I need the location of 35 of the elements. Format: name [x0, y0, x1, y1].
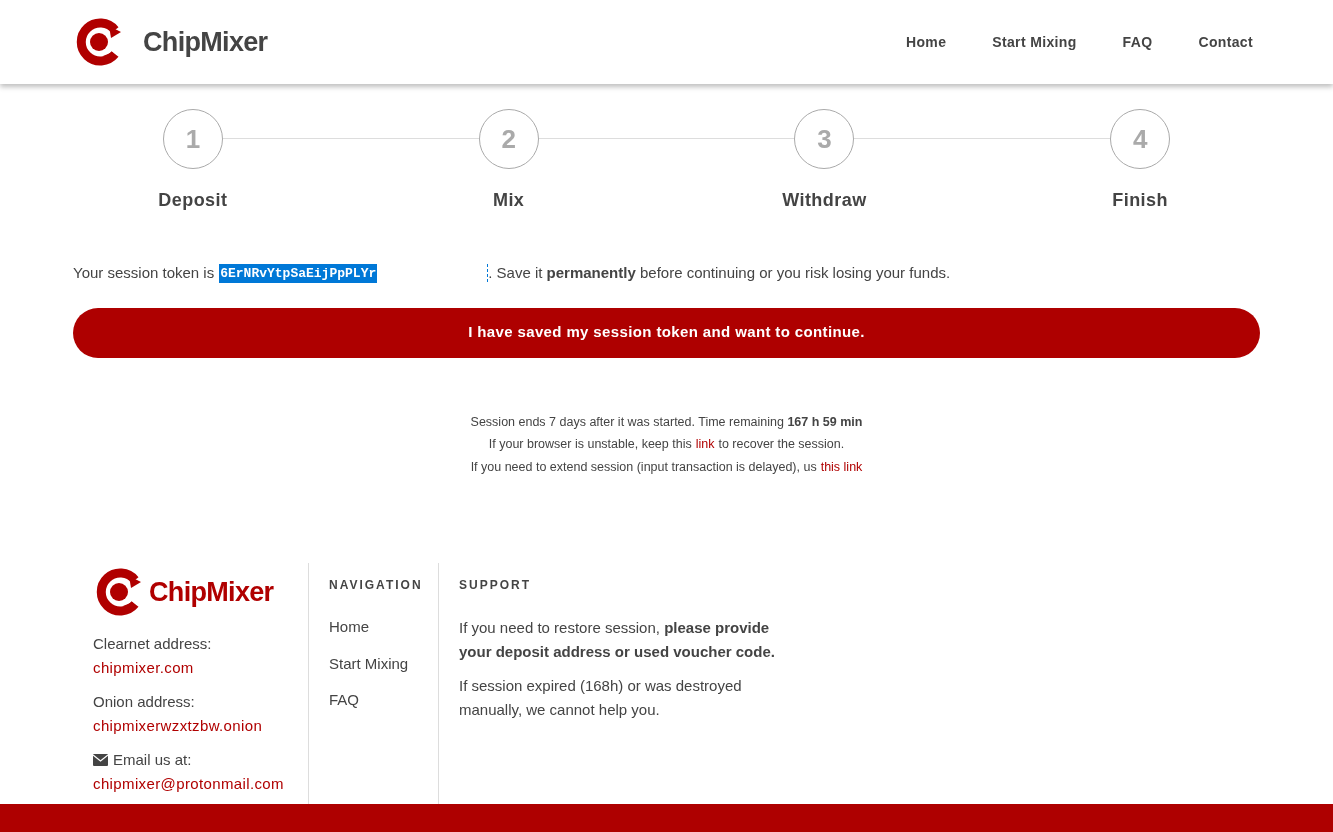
token-label: Your session token is [73, 263, 215, 283]
contact-label: Clearnet address: [93, 634, 213, 654]
step-label: Finish [1112, 189, 1168, 212]
footer-nav-link[interactable]: FAQ [329, 689, 359, 712]
continue-button[interactable]: I have saved my session token and want to continue. [73, 307, 1260, 358]
support-text: If you need to restore session, please provide your deposit address or used voucher code. [459, 618, 776, 662]
footer-nav-link[interactable]: Start Mixing [329, 652, 409, 675]
logo-text: ChipMixer [143, 25, 268, 59]
session-token[interactable]: 6ErNRvYtpSaEijPpPLYr [219, 263, 378, 283]
footer-heading: SUPPORT [459, 577, 532, 594]
token-warning: . Save it permanently before continuing or you risk losing your funds. [488, 263, 951, 283]
nav-link[interactable]: FAQ [1122, 31, 1153, 53]
info-text: Session ends 7 days after it was started. Time remaining 167 h 59 min [470, 413, 863, 431]
session-link[interactable]: this link [820, 458, 863, 477]
session-link[interactable]: link [695, 435, 715, 454]
nav-link[interactable]: Home [905, 31, 947, 53]
envelope-icon [93, 754, 108, 766]
address-link[interactable]: chipmixer.com [93, 656, 194, 680]
step-label: Deposit [158, 189, 228, 212]
info-text: If you need to extend session (input transaction is delayed), us [470, 459, 817, 476]
step-label: Withdraw [782, 189, 867, 212]
footer-logo-text: ChipMixer [149, 575, 274, 609]
nav-link[interactable]: Start Mixing [992, 31, 1077, 53]
support-text: If session expired (168h) or was destroyed manually, we cannot help you. [459, 676, 743, 720]
step-label: Mix [492, 189, 525, 212]
address-link[interactable]: chipmixerwzxtzbw.onion [93, 714, 263, 738]
footer-nav-link[interactable]: Home [329, 616, 369, 639]
contact-label: Email us at: [113, 750, 192, 770]
nav-link[interactable]: Contact [1198, 31, 1253, 53]
contact-label: Onion address: [93, 692, 196, 712]
info-text: to recover the session. [718, 436, 845, 454]
address-link[interactable]: chipmixer@protonmail.com [93, 772, 284, 796]
footer-heading: NAVIGATION [329, 577, 424, 594]
text-cursor [487, 264, 489, 283]
info-text: If your browser is unstable, keep this [488, 436, 692, 454]
